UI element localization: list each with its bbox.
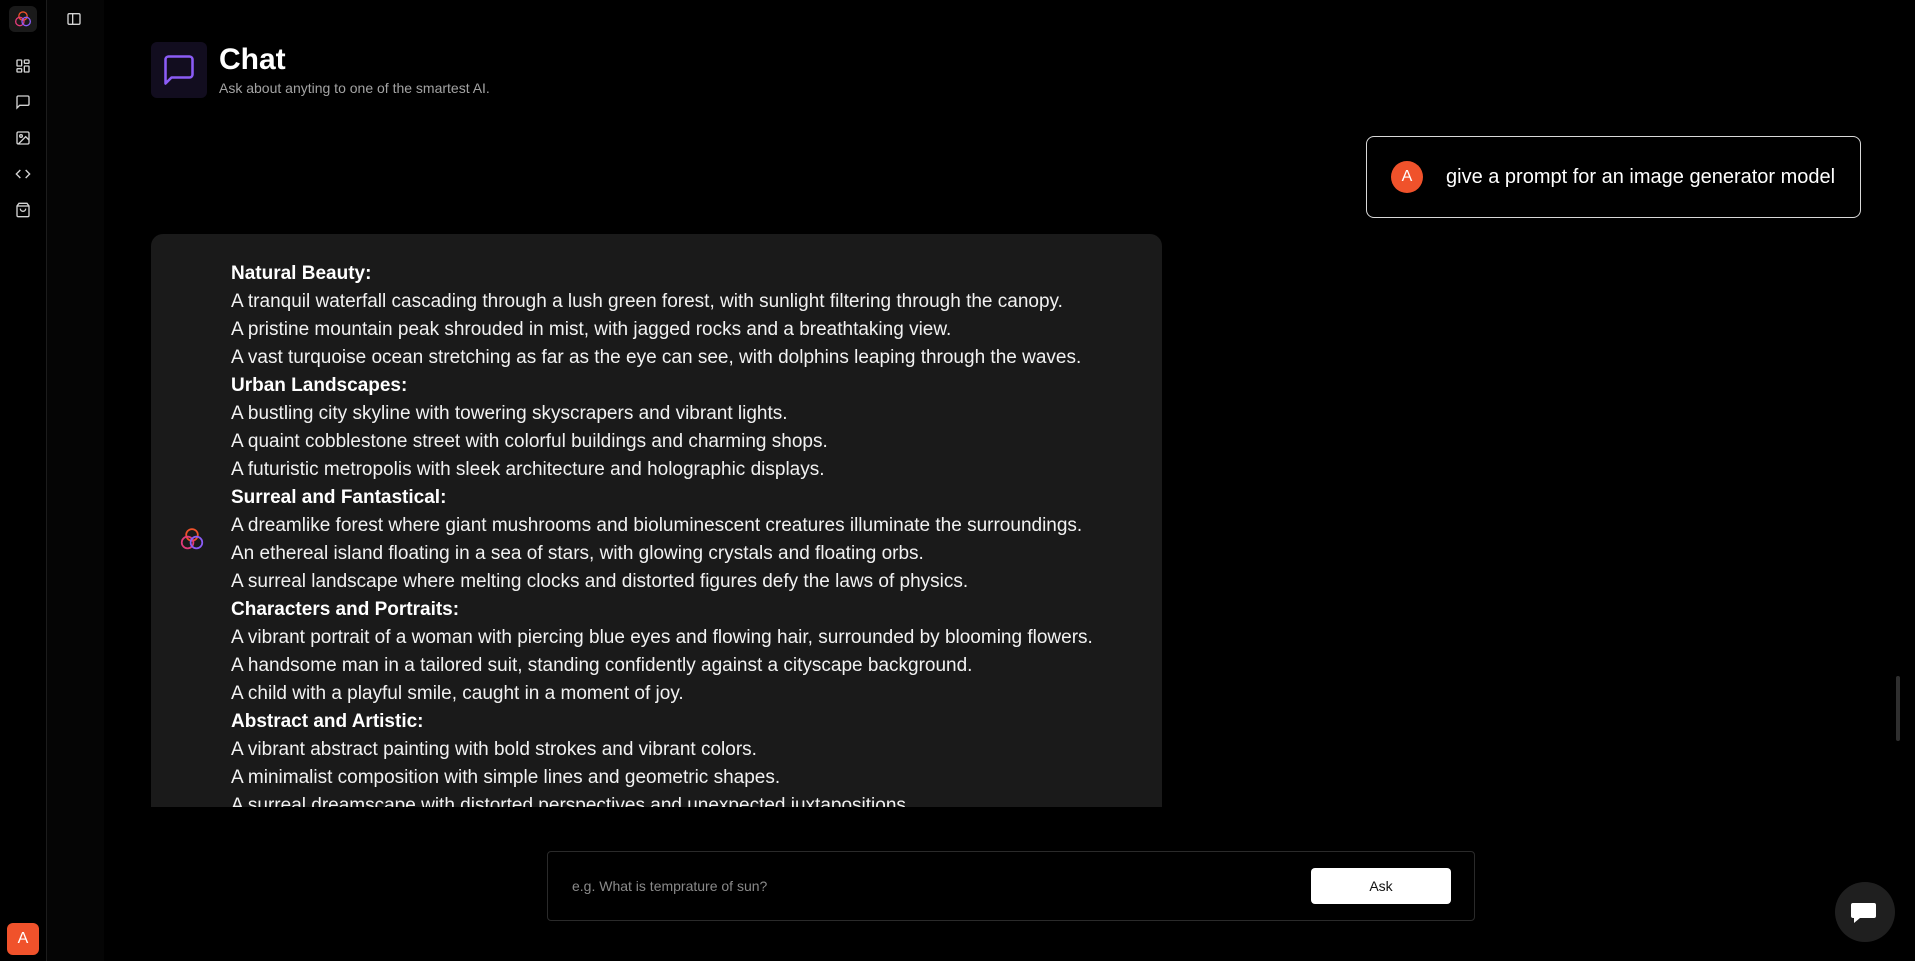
composer: Ask	[547, 851, 1475, 921]
app-rail: A	[0, 0, 47, 961]
ai-section-heading: Natural Beauty:	[231, 263, 372, 284]
ai-prompt-line: A vibrant abstract painting with bold st…	[231, 739, 757, 760]
sidebar-gutter	[47, 0, 104, 961]
ai-message-avatar	[177, 524, 207, 554]
page-title: Chat	[219, 43, 286, 76]
rail-item-images[interactable]	[13, 128, 33, 148]
image-icon	[16, 131, 30, 145]
user-message-avatar: A	[1391, 161, 1423, 193]
ai-prompt-line: A child with a playful smile, caught in …	[231, 683, 684, 704]
ai-section-heading: Abstract and Artistic:	[231, 711, 424, 732]
ai-section-heading: Characters and Portraits:	[231, 599, 460, 620]
ai-prompt-line: A surreal dreamscape with distorted pers…	[231, 795, 912, 807]
rail-item-store[interactable]	[13, 200, 33, 220]
rail-item-chat[interactable]	[13, 92, 33, 112]
code-icon	[15, 169, 31, 179]
ai-prompt-line: A quaint cobblestone street with colorfu…	[231, 431, 828, 452]
support-chat-button[interactable]	[1835, 882, 1895, 942]
ai-prompt-line: A surreal landscape where melting clocks…	[231, 571, 969, 592]
prompt-input[interactable]	[572, 852, 1312, 920]
page-icon	[151, 42, 207, 98]
ai-prompt-line: A minimalist composition with simple lin…	[231, 767, 781, 788]
app-logo[interactable]	[9, 6, 37, 32]
chat-bubble-icon	[164, 55, 194, 85]
user-message: A give a prompt for an image generator m…	[1366, 136, 1861, 218]
toggle-sidebar-button[interactable]	[64, 9, 84, 29]
ai-section-heading: Surreal and Fantastical:	[231, 487, 447, 508]
ai-prompt-line: A vast turquoise ocean stretching as far…	[231, 347, 1082, 368]
page-subtitle: Ask about anyting to one of the smartest…	[219, 80, 490, 96]
dashboard-grid-icon	[16, 59, 30, 73]
user-message-text: give a prompt for an image generator mod…	[1446, 165, 1836, 188]
ai-message-body: Natural Beauty: A tranquil waterfall casc…	[231, 260, 1151, 807]
ai-prompt-line: A dreamlike forest where giant mushrooms…	[231, 515, 1083, 536]
shopping-bag-icon	[16, 202, 30, 218]
rail-item-dashboard[interactable]	[13, 56, 33, 76]
sidebar-panel-icon	[67, 13, 81, 25]
ai-prompt-line: A bustling city skyline with towering sk…	[231, 403, 788, 424]
chat-support-icon	[1851, 903, 1876, 923]
conversation-scrollbar[interactable]	[1896, 676, 1900, 741]
ai-section-heading: Urban Landscapes:	[231, 375, 408, 396]
user-avatar[interactable]: A	[7, 923, 39, 955]
rail-item-code[interactable]	[13, 164, 33, 184]
ai-prompt-line: A handsome man in a tailored suit, stand…	[231, 655, 973, 676]
ai-prompt-line: A tranquil waterfall cascading through a…	[231, 291, 1063, 312]
trefoil-rings-logo-icon	[180, 528, 204, 550]
ask-button[interactable]: Ask	[1311, 868, 1451, 904]
ai-prompt-line: A futuristic metropolis with sleek archi…	[231, 459, 825, 480]
ai-prompt-line: An ethereal island floating in a sea of …	[231, 543, 924, 564]
ai-message: Natural Beauty: A tranquil waterfall casc…	[151, 234, 1162, 807]
trefoil-rings-logo-icon	[14, 11, 32, 27]
chat-bubble-icon	[16, 95, 30, 110]
ai-prompt-line: A pristine mountain peak shrouded in mis…	[231, 319, 952, 340]
ai-prompt-line: A vibrant portrait of a woman with pierc…	[231, 627, 1093, 648]
